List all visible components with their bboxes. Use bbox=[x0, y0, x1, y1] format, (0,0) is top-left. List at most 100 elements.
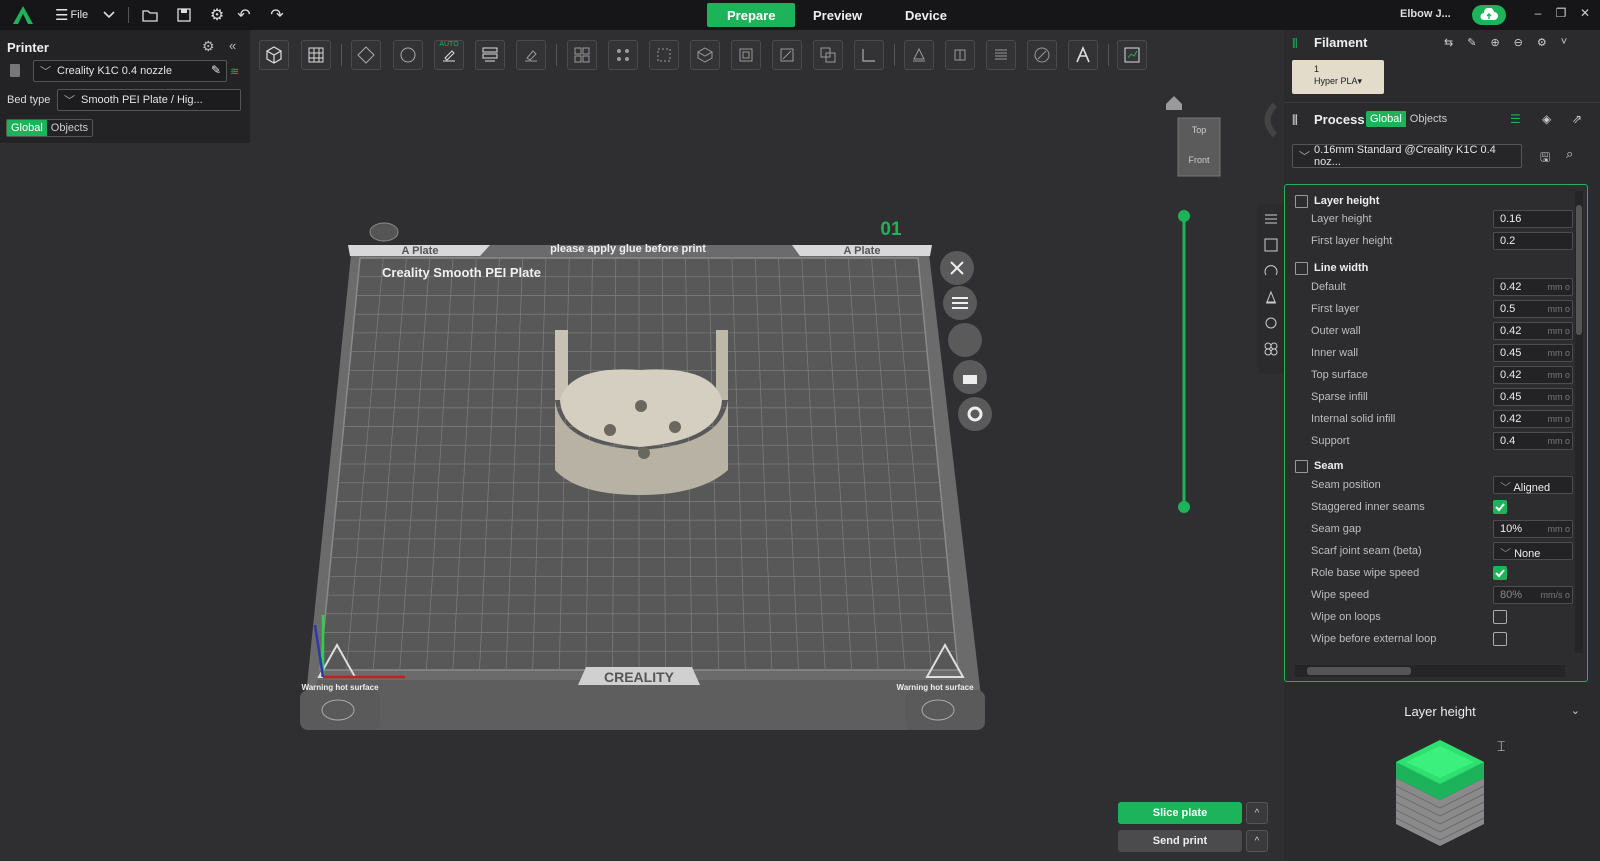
scope-global[interactable]: Global bbox=[7, 120, 47, 136]
setting-value-field[interactable]: 80% mm/s o bbox=[1493, 586, 1573, 604]
restore-icon[interactable]: ❐ bbox=[1553, 6, 1569, 24]
setting-value-field[interactable]: 0.42 mm o bbox=[1493, 278, 1573, 296]
cut-icon[interactable] bbox=[690, 40, 720, 70]
filament-edit-icon[interactable]: ✎ bbox=[1467, 36, 1476, 49]
scroll-thumb[interactable] bbox=[1576, 205, 1582, 335]
filament-slot[interactable]: 1 Hyper PLA▾ bbox=[1292, 60, 1384, 94]
search-icon[interactable]: ⌕ bbox=[1566, 146, 1573, 162]
fuzzy-paint-icon[interactable] bbox=[1027, 40, 1057, 70]
edit-icon[interactable]: ✎ bbox=[211, 63, 221, 77]
setting-value-field[interactable]: ﹀ Aligned bbox=[1493, 476, 1573, 494]
setting-value-field[interactable]: 0.2 bbox=[1493, 232, 1573, 250]
add-icon[interactable]: ⊕ bbox=[1490, 36, 1499, 49]
minimize-icon[interactable]: – bbox=[1530, 6, 1546, 24]
split-parts-icon[interactable] bbox=[608, 40, 638, 70]
tab-prepare[interactable]: Prepare bbox=[707, 3, 796, 27]
tab-preview[interactable]: Preview bbox=[793, 3, 882, 27]
panel-toggle[interactable] bbox=[1264, 102, 1278, 138]
setting-value-field[interactable]: 0.42 mm o bbox=[1493, 366, 1573, 384]
save-icon[interactable] bbox=[175, 6, 193, 24]
speed-icon[interactable] bbox=[1264, 264, 1280, 280]
strength-icon[interactable] bbox=[1264, 238, 1280, 254]
setting-value-field[interactable]: 0.45 mm o bbox=[1493, 344, 1573, 362]
setting-checkbox[interactable] bbox=[1493, 500, 1507, 514]
compare-icon[interactable]: ◈ bbox=[1542, 112, 1551, 126]
layer-slider-bottom-handle[interactable] bbox=[1178, 501, 1190, 513]
others-icon[interactable] bbox=[1264, 342, 1280, 358]
cloud-upload-button[interactable] bbox=[1472, 5, 1506, 25]
nav-cube-front[interactable]: Front bbox=[1188, 155, 1210, 165]
remove-icon[interactable]: ⊖ bbox=[1514, 36, 1523, 49]
split-objects-icon[interactable] bbox=[567, 40, 597, 70]
gear-icon[interactable]: ⚙ bbox=[1537, 36, 1547, 49]
boolean-icon[interactable] bbox=[813, 40, 843, 70]
3d-viewport[interactable]: A Plate A Plate please apply glue before… bbox=[250, 75, 1280, 861]
collapse-icon[interactable]: « bbox=[229, 38, 236, 53]
paint-support-icon[interactable] bbox=[772, 40, 802, 70]
close-icon[interactable]: ✕ bbox=[1577, 6, 1593, 24]
seam-paint-icon[interactable] bbox=[945, 40, 975, 70]
slice-plate-button[interactable]: Slice plate bbox=[1118, 802, 1242, 824]
setting-value-field[interactable]: ﹀ None bbox=[1493, 542, 1573, 560]
lay-flat-icon[interactable] bbox=[516, 40, 546, 70]
setting-value-field[interactable]: 0.16 bbox=[1493, 210, 1573, 228]
redo-icon[interactable]: ↷ bbox=[268, 6, 286, 24]
layer-slider-top-handle[interactable] bbox=[1178, 210, 1190, 222]
support-paint-icon[interactable] bbox=[904, 40, 934, 70]
auto-orient-icon[interactable]: AUTO bbox=[434, 40, 464, 70]
plate-settings-icon[interactable] bbox=[958, 397, 992, 431]
printer-select[interactable]: ﹀ Creality K1C 0.4 nozzle ✎ bbox=[33, 60, 227, 82]
setting-value-field[interactable]: 0.45 mm o bbox=[1493, 388, 1573, 406]
setting-value-field[interactable]: 0.42 mm o bbox=[1493, 322, 1573, 340]
send-print-button[interactable]: Send print bbox=[1118, 830, 1242, 852]
setting-checkbox[interactable] bbox=[1493, 610, 1507, 624]
slice-options-caret[interactable]: ^ bbox=[1246, 802, 1268, 824]
sync-icon[interactable]: ⇆ bbox=[1444, 36, 1453, 49]
multimaterial-icon[interactable] bbox=[1264, 316, 1280, 332]
add-object-icon[interactable] bbox=[259, 40, 289, 70]
chevron-down-icon[interactable] bbox=[100, 6, 118, 24]
plate-edit-icon[interactable] bbox=[369, 222, 399, 242]
setting-value-field[interactable]: 0.4 mm o bbox=[1493, 432, 1573, 450]
setting-value-field[interactable]: 0.5 mm o bbox=[1493, 300, 1573, 318]
open-folder-icon[interactable] bbox=[141, 6, 159, 24]
vertical-scrollbar[interactable] bbox=[1575, 191, 1583, 653]
chevron-down-icon[interactable]: ⌄ bbox=[1571, 704, 1580, 717]
bed-type-select[interactable]: ﹀ Smooth PEI Plate / Hig... bbox=[57, 89, 241, 111]
setting-checkbox[interactable] bbox=[1493, 566, 1507, 580]
send-options-caret[interactable]: ^ bbox=[1246, 830, 1268, 852]
assembly-view-icon[interactable] bbox=[1117, 40, 1147, 70]
setting-value-field[interactable]: 10% mm o bbox=[1493, 520, 1573, 538]
setting-value-field[interactable]: 0.42 mm o bbox=[1493, 410, 1573, 428]
process-preset-select[interactable]: ﹀ 0.16mm Standard @Creality K1C 0.4 noz.… bbox=[1292, 144, 1522, 168]
gear-icon[interactable]: ⚙ bbox=[208, 6, 226, 24]
layer-settings-icon[interactable] bbox=[1264, 212, 1280, 228]
arrange-icon[interactable] bbox=[475, 40, 505, 70]
variable-layer-icon[interactable] bbox=[986, 40, 1016, 70]
expand-icon[interactable]: ⇗ bbox=[1572, 112, 1582, 126]
auto-arrange-icon[interactable] bbox=[948, 323, 982, 357]
measure-icon[interactable] bbox=[854, 40, 884, 70]
file-menu-button[interactable]: ☰ File bbox=[55, 6, 88, 24]
rotate-icon[interactable] bbox=[393, 40, 423, 70]
horizontal-scrollbar[interactable] bbox=[1295, 665, 1565, 677]
scale-icon[interactable] bbox=[649, 40, 679, 70]
printer-settings-icon[interactable]: ⚙ bbox=[202, 38, 215, 55]
user-name[interactable]: Elbow J... bbox=[1400, 8, 1451, 20]
undo-icon[interactable]: ↶ bbox=[235, 6, 253, 24]
hscroll-thumb[interactable] bbox=[1307, 667, 1411, 675]
setting-checkbox[interactable] bbox=[1493, 632, 1507, 646]
save-preset-icon[interactable]: 🖫 bbox=[1540, 148, 1550, 169]
hollow-icon[interactable] bbox=[731, 40, 761, 70]
add-plate-icon[interactable] bbox=[301, 40, 331, 70]
tab-device[interactable]: Device bbox=[885, 3, 967, 27]
list-view-icon[interactable]: ☰ bbox=[1510, 112, 1521, 126]
scope-objects[interactable]: Objects bbox=[47, 120, 92, 136]
text-icon[interactable] bbox=[1068, 40, 1098, 70]
scope-global[interactable]: Global bbox=[1366, 111, 1406, 127]
nav-cube-top[interactable]: Top bbox=[1192, 125, 1207, 135]
chevron-down-icon[interactable]: ˅ bbox=[1561, 36, 1567, 49]
support-icon[interactable] bbox=[1264, 290, 1280, 306]
home-view-icon[interactable] bbox=[1166, 96, 1182, 110]
orient-icon[interactable] bbox=[351, 40, 381, 70]
